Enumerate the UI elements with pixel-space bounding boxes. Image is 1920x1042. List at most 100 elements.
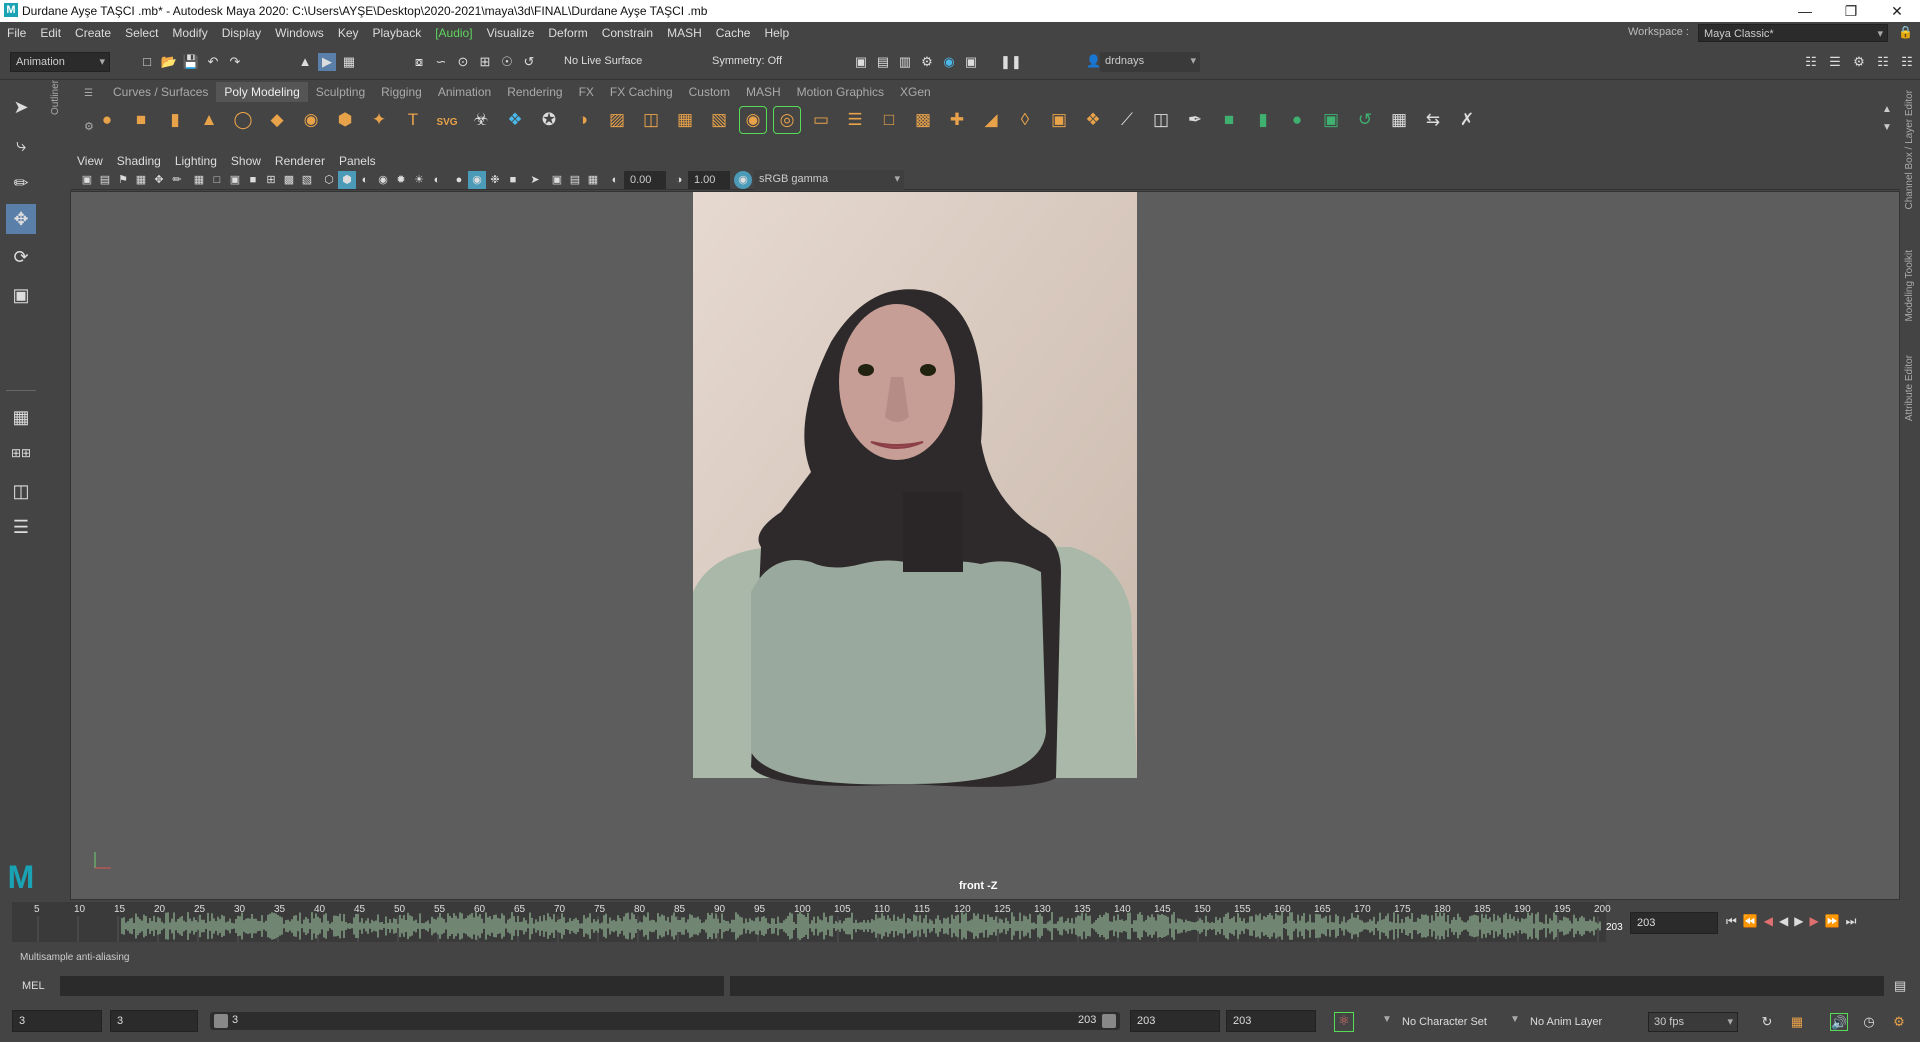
xray-active-icon[interactable]: ▤ bbox=[566, 171, 584, 189]
redo-icon[interactable]: ↷ bbox=[226, 53, 244, 71]
knife-tool-icon[interactable]: ✒ bbox=[1182, 107, 1208, 133]
restore-button[interactable]: ❐ bbox=[1828, 0, 1874, 22]
command-language-label[interactable]: MEL bbox=[22, 980, 45, 992]
animation-start-field[interactable]: 3 bbox=[12, 1010, 102, 1032]
current-frame-field[interactable]: 203 bbox=[1630, 912, 1718, 934]
boolean-difference-icon[interactable]: ◎ bbox=[773, 106, 801, 134]
reduce-icon[interactable]: ▧ bbox=[706, 107, 732, 133]
uv-layout-icon[interactable]: ✗ bbox=[1454, 107, 1480, 133]
camera-select-icon[interactable]: ▣ bbox=[78, 171, 96, 189]
extrude-icon[interactable]: ▭ bbox=[808, 107, 834, 133]
playback-speed-icon[interactable]: ◷ bbox=[1860, 1013, 1878, 1031]
modeling-toolkit-icon[interactable]: ☷ bbox=[1802, 53, 1820, 71]
snap-live-icon[interactable]: ☉ bbox=[498, 53, 516, 71]
shelf-scroll-down-icon[interactable]: ▼ bbox=[1882, 122, 1892, 133]
shelf-tab-rendering[interactable]: Rendering bbox=[499, 82, 570, 102]
outliner-side-tab[interactable]: Outliner bbox=[48, 80, 61, 140]
auto-key-icon[interactable]: ⚛ bbox=[1334, 1012, 1354, 1032]
use-all-lights-icon[interactable]: ✹ bbox=[392, 171, 410, 189]
append-polygon-icon[interactable]: ✚ bbox=[944, 107, 970, 133]
gamma-field[interactable]: 1.00 bbox=[688, 171, 730, 189]
pause-render-icon[interactable]: ❚❚ bbox=[1000, 53, 1022, 71]
menu-edit[interactable]: Edit bbox=[33, 22, 68, 44]
backface-culling-icon[interactable]: ▦ bbox=[584, 171, 602, 189]
playback-start-field[interactable]: 3 bbox=[110, 1010, 198, 1032]
svg-tool-icon[interactable]: SVG bbox=[434, 110, 460, 136]
panel-menu-show[interactable]: Show bbox=[224, 152, 268, 170]
snap-grid-icon[interactable]: ⧇ bbox=[410, 53, 428, 71]
anim-layer-dropdown[interactable]: No Anim Layer bbox=[1524, 1012, 1634, 1032]
poly-plane-icon[interactable]: ◆ bbox=[264, 107, 290, 133]
go-to-start-icon[interactable]: ⏮ bbox=[1726, 914, 1743, 928]
combine-icon[interactable]: ◑ bbox=[570, 107, 596, 133]
character-set-dropdown[interactable]: No Character Set bbox=[1396, 1012, 1506, 1032]
sculpt-icon[interactable]: ☣ bbox=[468, 107, 494, 133]
step-forward-icon[interactable]: ⏩ bbox=[1825, 914, 1846, 928]
offset-edge-loop-icon[interactable]: ◫ bbox=[1148, 107, 1174, 133]
animation-preferences-icon[interactable]: ⚙ bbox=[1890, 1013, 1908, 1031]
lasso-tool-icon[interactable]: ⤷ bbox=[6, 130, 36, 160]
uv-automatic-icon[interactable]: ▣ bbox=[1318, 107, 1344, 133]
time-slider[interactable]: 5 10 15 20 25 30 35 40 45 50 55 60 65 70 75 80 85 90 95 100… bbox=[12, 902, 1623, 942]
xray-joints-icon[interactable]: ▣ bbox=[548, 171, 566, 189]
poly-cube-icon[interactable]: ■ bbox=[128, 107, 154, 133]
undo-icon[interactable]: ↶ bbox=[204, 53, 222, 71]
close-button[interactable]: ✕ bbox=[1874, 0, 1920, 22]
snap-together-icon[interactable]: ↺ bbox=[520, 53, 538, 71]
select-similar-icon[interactable]: ❖ bbox=[502, 107, 528, 133]
minimize-button[interactable]: — bbox=[1782, 0, 1828, 22]
render-frame-icon[interactable]: ▤ bbox=[874, 53, 892, 71]
scale-tool-icon[interactable]: ▣ bbox=[6, 280, 36, 310]
uv-spherical-icon[interactable]: ● bbox=[1284, 107, 1310, 133]
smooth-icon[interactable]: ▦ bbox=[672, 107, 698, 133]
viewport-front[interactable]: front -Z bbox=[70, 191, 1900, 900]
poly-cylinder-icon[interactable]: ▮ bbox=[162, 107, 188, 133]
menu-modify[interactable]: Modify bbox=[165, 22, 214, 44]
hypershade-icon[interactable]: ◉ bbox=[940, 53, 958, 71]
layer-editor-icon[interactable]: ☷ bbox=[1898, 53, 1916, 71]
menu-help[interactable]: Help bbox=[757, 22, 796, 44]
cache-playback-icon[interactable]: ▦ bbox=[1788, 1013, 1806, 1031]
shelf-menu-icon[interactable]: ☰ bbox=[84, 88, 93, 99]
script-editor-icon[interactable]: ▤ bbox=[1894, 978, 1906, 994]
xray-icon[interactable]: ■ bbox=[504, 171, 522, 189]
wedge-icon[interactable]: ◢ bbox=[978, 107, 1004, 133]
select-component-icon[interactable]: ▦ bbox=[340, 53, 358, 71]
uv-planar-icon[interactable]: ■ bbox=[1216, 107, 1242, 133]
shelf-tab-fx-caching[interactable]: FX Caching bbox=[602, 82, 681, 102]
open-scene-icon[interactable]: 📂 bbox=[160, 53, 178, 71]
grease-pencil-icon[interactable]: ✏ bbox=[168, 171, 186, 189]
shelf-tab-curves-surfaces[interactable]: Curves / Surfaces bbox=[105, 82, 216, 102]
loop-icon[interactable]: ↻ bbox=[1758, 1013, 1776, 1031]
shelf-tab-animation[interactable]: Animation bbox=[430, 82, 499, 102]
shelf-tab-custom[interactable]: Custom bbox=[681, 82, 738, 102]
shelf-tab-mash[interactable]: MASH bbox=[738, 82, 789, 102]
bridge-icon[interactable]: ☰ bbox=[842, 107, 868, 133]
viewport-canvas[interactable] bbox=[71, 192, 1901, 901]
center-pivot-icon[interactable]: ✪ bbox=[536, 107, 562, 133]
super-shape-icon[interactable]: ✦ bbox=[366, 107, 392, 133]
2d-pan-zoom-icon[interactable]: ✥ bbox=[150, 171, 168, 189]
resolution-gate-icon[interactable]: ▣ bbox=[226, 171, 244, 189]
gate-mask-icon[interactable]: ■ bbox=[244, 171, 262, 189]
outliner-layout-icon[interactable]: ☰ bbox=[6, 512, 36, 542]
insert-edge-loop-icon[interactable]: ⟋ bbox=[1114, 107, 1140, 133]
snap-curve-icon[interactable]: ∽ bbox=[432, 53, 450, 71]
uv-checker-icon[interactable]: ▦ bbox=[1386, 107, 1412, 133]
menu-deform[interactable]: Deform bbox=[541, 22, 594, 44]
select-object-icon[interactable]: ▶ bbox=[318, 53, 336, 71]
menu-mash[interactable]: MASH bbox=[660, 22, 709, 44]
menu-visualize[interactable]: Visualize bbox=[480, 22, 542, 44]
new-scene-icon[interactable]: □ bbox=[138, 53, 156, 71]
uv-cylindrical-icon[interactable]: ▮ bbox=[1250, 107, 1276, 133]
live-surface-field[interactable]: No Live Surface bbox=[564, 55, 642, 67]
menu-create[interactable]: Create bbox=[68, 22, 118, 44]
poly-torus-icon[interactable]: ◯ bbox=[230, 107, 256, 133]
select-hierarchy-icon[interactable]: ▲ bbox=[296, 53, 314, 71]
symmetry-field[interactable]: Symmetry: Off bbox=[712, 55, 782, 67]
exposure-icon[interactable]: ◐ bbox=[606, 171, 624, 189]
wireframe-icon[interactable]: ⬡ bbox=[320, 171, 338, 189]
snap-point-icon[interactable]: ⊙ bbox=[454, 53, 472, 71]
shelf-tab-rigging[interactable]: Rigging bbox=[373, 82, 430, 102]
color-management-icon[interactable]: ◉ bbox=[734, 171, 752, 189]
